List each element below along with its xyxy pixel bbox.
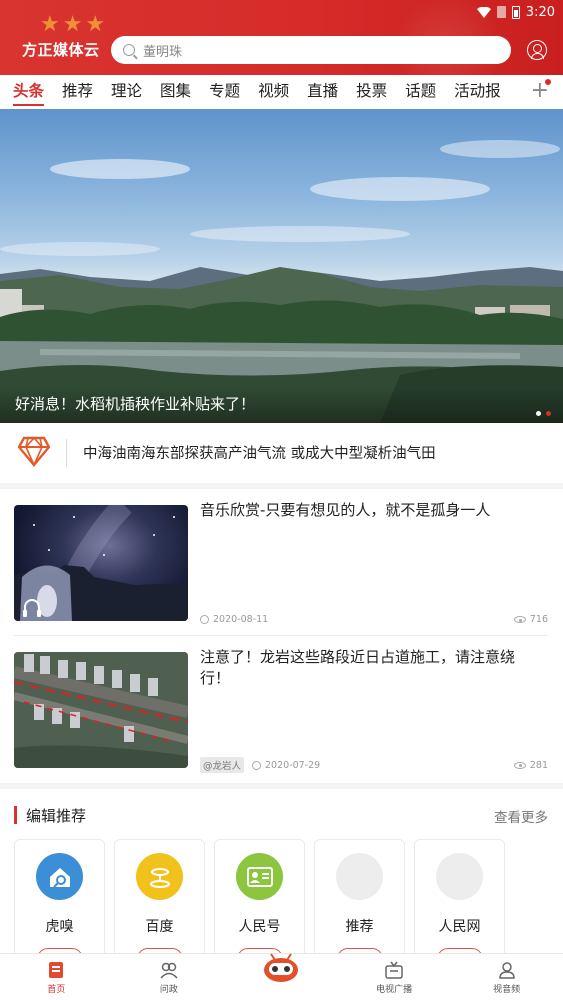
app-title: 方正媒体云 [22,41,100,59]
recommend-card-tuijian[interactable]: 推荐 [314,839,405,955]
renminhao-icon [236,853,283,900]
eye-icon [513,761,526,769]
app-header: ★ ★ ★ 3:20 方正媒体云 董明珠 [0,0,563,75]
wifi-icon [476,6,491,18]
nav-wenzheng[interactable]: 问政 [113,954,226,1000]
list-item[interactable]: 注意了！龙岩这些路段近日占道施工，请注意绕行！ @龙岩人 2020-07-29 … [14,636,548,783]
news-title: 音乐欣赏-只要有想见的人，就不是孤身一人 [200,501,491,519]
list-item[interactable]: 音乐欣赏-只要有想见的人，就不是孤身一人 2020-08-11 716 [14,489,548,636]
news-list: 音乐欣赏-只要有想见的人，就不是孤身一人 2020-08-11 716 注意了！… [0,489,563,783]
news-title: 注意了！龙岩这些路段近日占道施工，请注意绕行！ [200,648,516,687]
news-views: 281 [529,759,548,771]
diamond-icon [18,436,50,467]
source-tag: @龙岩人 [200,757,245,773]
search-input[interactable]: 董明珠 [111,36,511,64]
clock-icon [252,760,262,770]
user-icon[interactable] [527,40,547,60]
nav-label: 首页 [47,985,66,995]
battery-icon [511,5,520,19]
notification-dot [545,79,551,85]
sim-icon [496,6,506,18]
news-date: 2020-07-29 [265,759,321,771]
bottom-nav: 首页 问政 电视广播 视音频 [0,953,563,1000]
card-name: 虎嗅 [45,919,74,935]
hero-banner[interactable]: 好消息！水稻机插秧作业补贴来了！ [0,109,563,423]
nav-label: 问政 [159,985,178,995]
news-views: 716 [529,614,548,625]
card-name: 人民网 [438,919,481,935]
home-icon [49,962,64,978]
banner-caption: 好消息！水稻机插秧作业补贴来了！ [15,395,256,413]
huxiu-icon [36,853,83,900]
tv-icon [385,961,403,979]
channel-tabs: 头条 推荐 理论 图集 专题 视频 直播 投票 话题 活动报 + [0,75,563,109]
landscape-image [0,140,563,423]
tab-toupiao[interactable]: 投票 [356,75,387,109]
tab-huodongbao[interactable]: 活动报 [454,75,501,109]
baidu-icon [136,853,183,900]
carousel-dot-active[interactable] [546,411,551,416]
carousel-dot[interactable] [536,411,541,416]
search-icon [123,44,135,56]
news-meta: @龙岩人 2020-07-29 281 [200,757,548,773]
recommend-card-huxiu[interactable]: 虎嗅 [14,839,105,955]
profile-icon [498,962,515,979]
tab-huati[interactable]: 话题 [405,75,436,109]
search-placeholder: 董明珠 [143,44,183,60]
eye-icon [513,616,526,623]
card-name: 推荐 [345,919,374,935]
see-more-link[interactable]: 查看更多 [494,806,548,826]
recommend-card-renminhao[interactable]: 人民号 [214,839,305,955]
placeholder-icon [336,853,383,900]
tab-lilun[interactable]: 理论 [111,75,142,109]
tab-toutiao[interactable]: 头条 [13,75,45,109]
section-title: 编辑推荐 [26,806,87,825]
recommend-cards: 虎嗅 百度 人民号 推荐 人民网 [14,839,505,955]
news-meta: 2020-08-11 716 [200,614,548,625]
recommend-card-renminwang[interactable]: 人民网 [414,839,505,955]
tab-tuji[interactable]: 图集 [160,75,191,109]
people-icon [160,962,178,979]
news-thumbnail [14,505,188,621]
news-thumbnail [14,652,188,768]
nav-label: 视音频 [493,985,521,995]
star-decoration: ★ ★ ★ [40,12,105,37]
placeholder-icon [436,853,483,900]
status-time: 3:20 [525,4,555,20]
nav-tv-radio[interactable]: 电视广播 [338,954,451,1000]
nav-robot[interactable] [225,953,338,1000]
nav-media[interactable]: 视音频 [450,954,563,1000]
status-bar: 3:20 [476,3,555,21]
headline-text[interactable]: 中海油南海东部探获高产油气流 或成大中型凝析油气田 [83,442,436,463]
card-name: 百度 [145,919,174,935]
card-name: 人民号 [238,919,281,935]
headphone-icon [23,599,41,617]
robot-icon [264,953,299,982]
headline-strip[interactable]: 中海油南海东部探获高产油气流 或成大中型凝析油气田 [0,423,563,483]
tab-zhuanti[interactable]: 专题 [209,75,240,109]
clock-icon [200,615,209,624]
tab-zhibo[interactable]: 直播 [307,75,338,109]
nav-home[interactable]: 首页 [0,954,113,1000]
nav-label: 电视广播 [376,985,413,995]
news-date: 2020-08-11 [213,614,269,625]
tab-shipin[interactable]: 视频 [258,75,289,109]
recommend-card-baidu[interactable]: 百度 [114,839,205,955]
carousel-dots [536,411,551,416]
tab-tuijian[interactable]: 推荐 [62,75,93,109]
editor-recommend: 编辑推荐 查看更多 虎嗅 百度 人民号 推荐 人民网 [0,789,563,955]
